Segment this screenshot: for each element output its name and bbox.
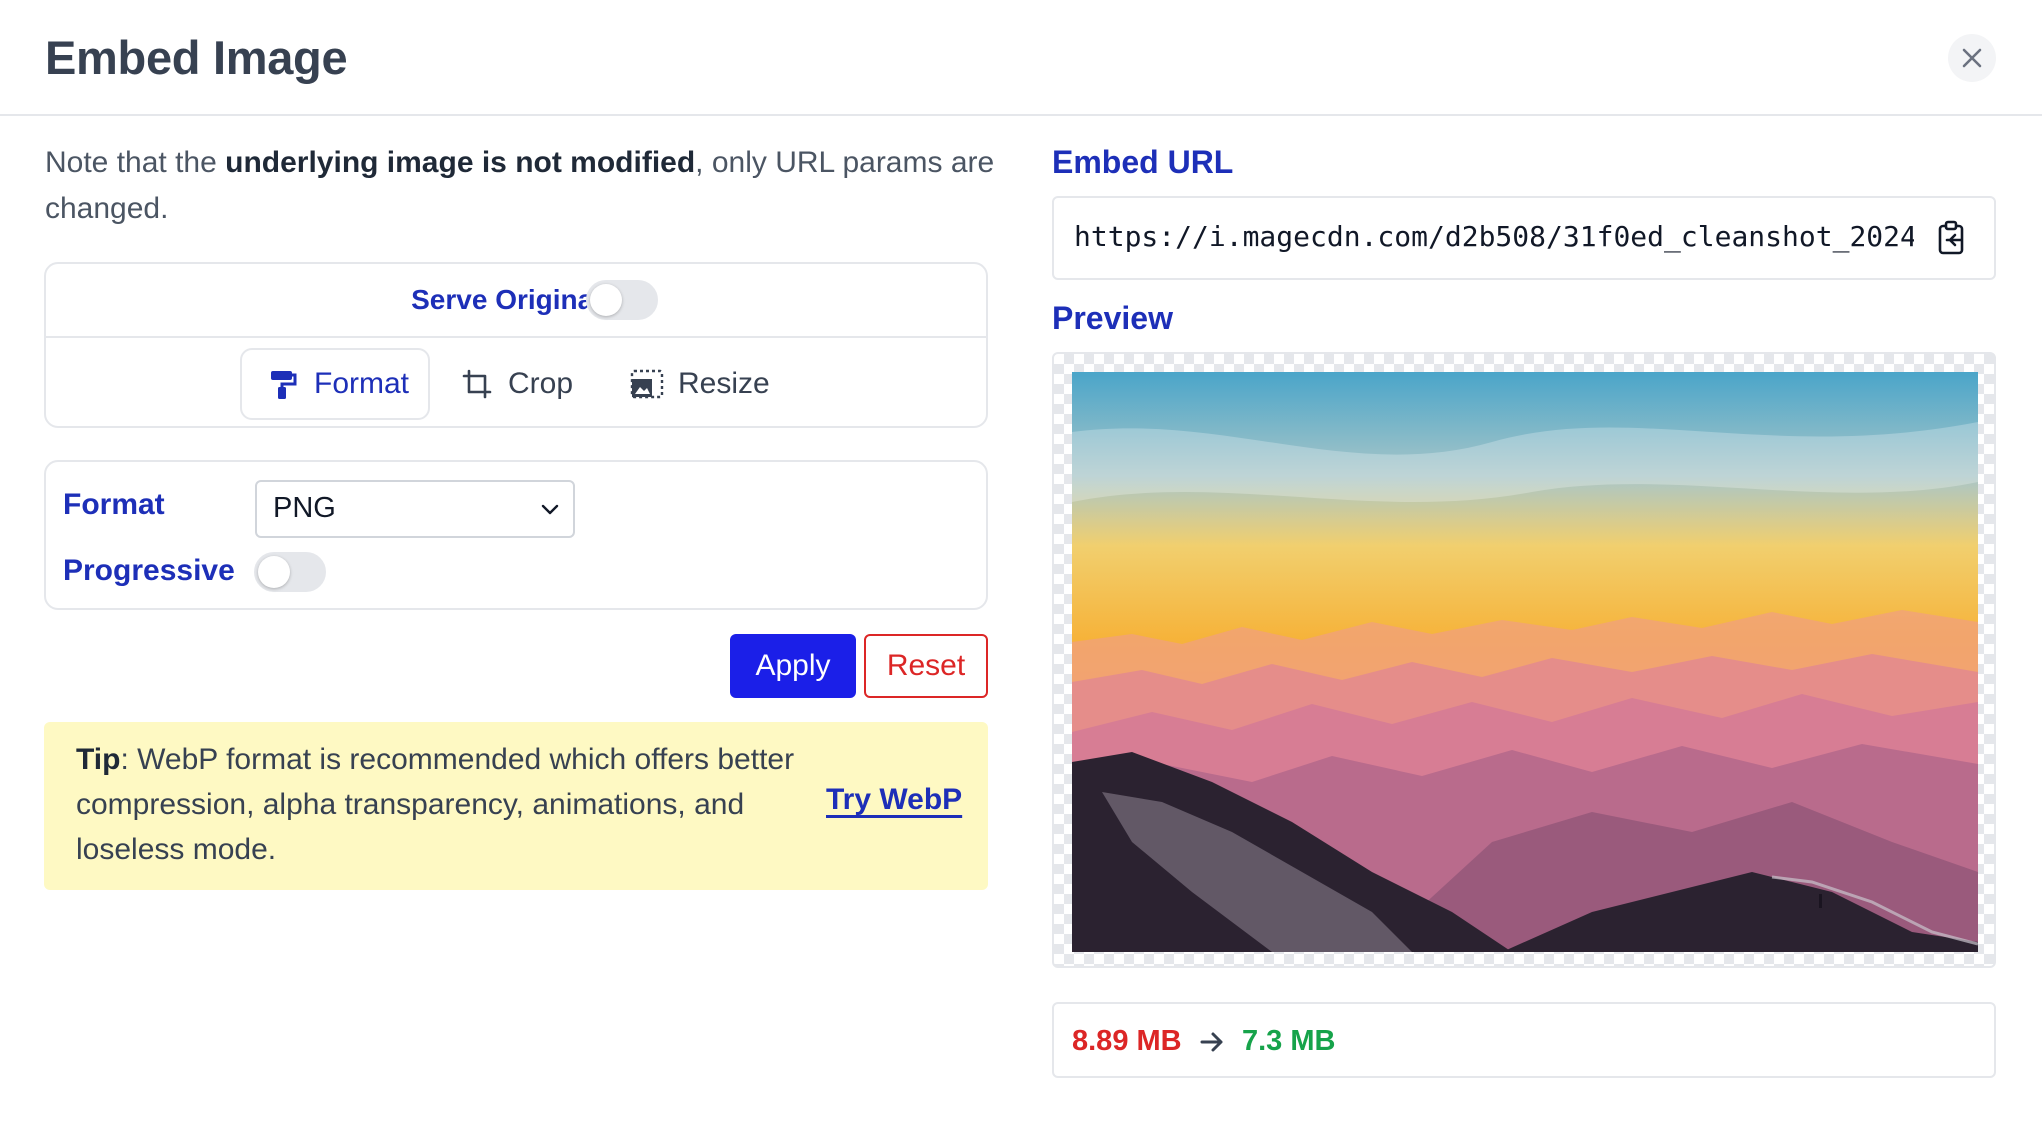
format-settings-card: Format PNG Progressive [44, 460, 988, 610]
preview-frame [1052, 352, 1996, 968]
close-button[interactable] [1948, 34, 1996, 82]
serve-original-row: Serve Original [46, 264, 986, 338]
file-size-comparison: 8.89 MB 7.3 MB [1052, 1002, 1996, 1078]
tab-resize[interactable]: Resize [630, 348, 790, 420]
original-size: 8.89 MB [1072, 1025, 1182, 1057]
tip-text: Tip: WebP format is recommended which of… [76, 743, 795, 866]
serve-original-label: Serve Original [411, 284, 601, 315]
options-card: Serve Original Format Crop Resize [44, 262, 988, 428]
progressive-label: Progressive [63, 554, 235, 587]
paint-roller-icon [266, 367, 300, 401]
crop-icon [460, 367, 494, 401]
transform-tabs: Format Crop Resize [46, 338, 986, 428]
serve-original-toggle[interactable] [586, 280, 658, 320]
note-text: Note that the underlying image is not mo… [45, 146, 995, 225]
reset-button[interactable]: Reset [864, 634, 988, 698]
progressive-toggle[interactable] [254, 552, 326, 592]
preview-image [1072, 372, 1978, 952]
try-webp-link[interactable]: Try WebP [826, 783, 962, 817]
dialog-title: Embed Image [45, 31, 348, 84]
tab-crop[interactable]: Crop [460, 348, 590, 420]
arrow-right-icon [1200, 1032, 1223, 1052]
embed-url-value: https://i.magecdn.com/d2b508/31f0ed_clea… [1074, 220, 1914, 253]
preview-heading: Preview [1052, 300, 1173, 336]
format-select[interactable]: PNG [255, 480, 575, 538]
dialog-header: Embed Image [0, 0, 2042, 116]
new-size: 7.3 MB [1242, 1025, 1336, 1057]
apply-button[interactable]: Apply [730, 634, 856, 698]
format-label: Format [63, 488, 165, 521]
tab-format[interactable]: Format [240, 348, 430, 420]
resize-icon [630, 367, 664, 401]
copy-clipboard-icon[interactable] [1934, 220, 1970, 256]
embed-url-field[interactable]: https://i.magecdn.com/d2b508/31f0ed_clea… [1052, 196, 1996, 280]
close-icon [1962, 48, 1982, 68]
chevron-down-icon [541, 504, 559, 515]
embed-url-heading: Embed URL [1052, 144, 1234, 180]
